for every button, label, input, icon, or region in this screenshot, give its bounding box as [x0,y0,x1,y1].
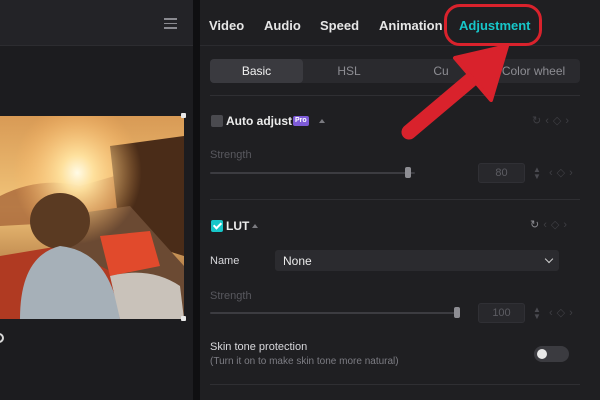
video-preview[interactable] [0,116,184,319]
crop-handle-bottom-right[interactable] [181,316,186,321]
reset-icon[interactable]: ↻ [530,219,543,231]
keyframe-icon[interactable]: ◇ [553,115,565,127]
auto-adjust-controls: ↻‹◇› [532,114,573,127]
keyframe-icon[interactable]: ◇ [557,307,569,319]
skin-tone-title: Skin tone protection [210,341,308,353]
prev-keyframe-icon[interactable]: ‹ [549,167,557,179]
auto-adjust-checkbox[interactable] [211,115,223,127]
reset-icon[interactable]: ↻ [532,115,545,127]
keyframe-icon[interactable]: ◇ [551,219,563,231]
prev-keyframe-icon[interactable]: ‹ [543,219,551,231]
lut-strength-value[interactable]: 100 [478,303,525,323]
lut-strength-slider[interactable] [210,312,460,314]
auto-strength-keyframes: ‹◇› [549,166,577,179]
lut-controls: ↻‹◇› [530,218,571,231]
chevron-down-icon [544,254,554,264]
crop-handle-top-right[interactable] [181,113,186,118]
collapse-caret-icon[interactable] [252,224,258,228]
next-keyframe-icon[interactable]: › [569,167,577,179]
player-header [0,0,193,46]
skin-tone-toggle[interactable] [534,346,569,362]
subtab-basic[interactable]: Basic [210,59,303,83]
tab-video[interactable]: Video [209,18,244,33]
subtab-hsl[interactable]: HSL [303,59,395,83]
lut-name-select[interactable]: None [275,250,559,271]
tab-audio[interactable]: Audio [264,18,301,33]
auto-strength-value[interactable]: 80 [478,163,525,183]
keyframe-icon[interactable]: ◇ [557,167,569,179]
lut-strength-knob[interactable] [454,307,460,318]
lut-title: LUT [226,219,250,233]
tab-animation[interactable]: Animation [379,18,443,33]
lut-strength-stepper-icon[interactable]: ▲ ▼ [533,306,541,321]
annotation-arrow-icon [401,44,509,140]
pro-badge: Pro [293,116,309,126]
auto-strength-label: Strength [210,149,252,161]
section-divider [210,199,580,200]
section-divider [210,384,580,385]
next-keyframe-icon[interactable]: › [563,219,571,231]
prev-keyframe-icon[interactable]: ‹ [549,307,557,319]
auto-strength-knob[interactable] [405,167,411,178]
lut-strength-keyframes: ‹◇› [549,306,577,319]
auto-strength-stepper-icon[interactable]: ▲ ▼ [533,166,541,181]
collapse-caret-icon[interactable] [319,119,325,123]
next-keyframe-icon[interactable]: › [569,307,577,319]
skin-tone-hint: (Turn it on to make skin tone more natur… [210,356,399,367]
lut-name-value: None [283,254,312,268]
player-panel [0,0,193,400]
auto-strength-slider[interactable] [210,172,415,174]
next-keyframe-icon[interactable]: › [565,115,573,127]
auto-adjust-title: Auto adjust [226,114,292,128]
panel-divider[interactable] [193,0,200,400]
preview-frame-image [0,116,184,319]
tab-speed[interactable]: Speed [320,18,359,33]
prev-keyframe-icon[interactable]: ‹ [545,115,553,127]
app-window: Video Audio Speed Animation Adjustment B… [0,0,600,400]
lut-name-label: Name [210,255,240,267]
hamburger-icon[interactable] [164,18,177,29]
lut-strength-label: Strength [210,290,252,302]
toggle-knob [537,349,547,359]
lut-checkbox[interactable] [211,220,223,232]
playhead-marker-icon [0,333,4,343]
